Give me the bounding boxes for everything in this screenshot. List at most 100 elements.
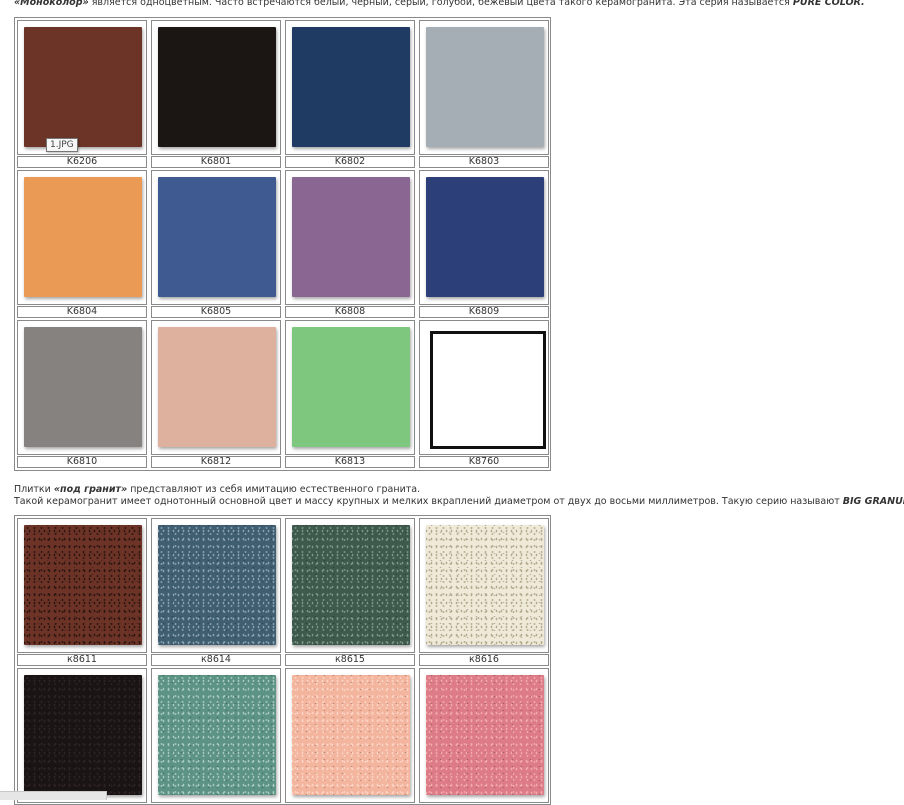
tile-cell xyxy=(419,668,549,804)
tile-swatch-image[interactable] xyxy=(24,525,142,645)
tile-row: к8611 к8614 к8615 к8616 xyxy=(15,516,550,666)
tile-code-label: K6804 xyxy=(17,306,147,318)
granite-speckle-texture xyxy=(292,525,410,645)
tile-frame xyxy=(17,518,147,653)
tile-cell: K6813 xyxy=(285,320,415,468)
intro-text: является одноцветным. Часто встречаются … xyxy=(88,0,793,8)
tile-code-label: K6802 xyxy=(285,156,415,168)
tile-cell xyxy=(285,668,415,804)
tile-swatch-image[interactable] xyxy=(292,525,410,645)
tile-frame xyxy=(419,518,549,653)
tile-frame xyxy=(419,320,549,455)
tile-swatch-image[interactable] xyxy=(158,525,276,645)
big-granular-series-name: BIG GRANULAR. xyxy=(842,496,904,507)
granite-speckle-texture xyxy=(24,675,142,795)
tile-swatch-image[interactable] xyxy=(426,525,544,645)
tile-cell: K6804 xyxy=(17,170,147,318)
granite-line-2-text: Такой керамогранит имеет однотонный осно… xyxy=(14,496,843,507)
tile-swatch-image[interactable] xyxy=(158,675,276,795)
tile-cell: 1.JPG K6206 xyxy=(17,20,147,168)
tile-code-label: K6810 xyxy=(17,456,147,468)
tile-code-label: K6812 xyxy=(151,456,281,468)
tile-cell: к8611 xyxy=(17,518,147,666)
tile-cell: K6808 xyxy=(285,170,415,318)
tile-cell: к8615 xyxy=(285,518,415,666)
tile-frame xyxy=(151,170,281,305)
tile-code-label: K6813 xyxy=(285,456,415,468)
tile-swatch-image[interactable] xyxy=(426,27,544,147)
tile-frame xyxy=(285,320,415,455)
tile-cell: K6803 xyxy=(419,20,549,168)
big-granular-gallery: к8611 к8614 к8615 к8616 xyxy=(14,515,551,805)
tile-frame xyxy=(151,518,281,653)
tile-swatch-image[interactable] xyxy=(292,327,410,447)
tile-swatch-image[interactable] xyxy=(426,327,546,449)
tile-frame: 1.JPG xyxy=(17,20,147,155)
tile-frame xyxy=(285,20,415,155)
tile-cell: K6810 xyxy=(17,320,147,468)
tile-cell: к8616 xyxy=(419,518,549,666)
tile-cell: K6805 xyxy=(151,170,281,318)
tile-frame xyxy=(285,668,415,803)
tile-code-label: к8614 xyxy=(151,654,281,666)
tile-frame xyxy=(17,320,147,455)
tile-frame xyxy=(151,668,281,803)
tile-frame xyxy=(285,170,415,305)
tile-frame xyxy=(17,668,147,803)
tile-swatch-image[interactable] xyxy=(292,27,410,147)
pure-color-gallery: 1.JPG K6206 K6801 K6802 K6803 K6804 K6805 K6808… xyxy=(14,17,551,471)
granite-speckle-texture xyxy=(292,675,410,795)
intro-paragraph: «Моноколор» является одноцветным. Часто … xyxy=(14,0,902,8)
tile-frame xyxy=(151,320,281,455)
tile-code-label: K6809 xyxy=(419,306,549,318)
tile-cell: K6802 xyxy=(285,20,415,168)
tile-row: K6810 K6812 K6813 K8760 xyxy=(15,318,550,470)
tile-code-label: K6808 xyxy=(285,306,415,318)
tile-cell xyxy=(17,668,147,804)
tile-frame xyxy=(151,20,281,155)
tile-swatch-image[interactable] xyxy=(158,327,276,447)
tile-frame xyxy=(285,518,415,653)
tile-code-label: к8611 xyxy=(17,654,147,666)
tile-cell: K6809 xyxy=(419,170,549,318)
granite-line-1-post: представляют из себя имитацию естественн… xyxy=(127,484,421,495)
granite-line-1-pre: Плитки xyxy=(14,484,54,495)
tile-code-label: K8760 xyxy=(419,456,549,468)
white-tile-border xyxy=(430,331,546,449)
tile-frame xyxy=(419,668,549,803)
tile-row: K6804 K6805 K6808 K6809 xyxy=(15,168,550,318)
granite-speckle-texture xyxy=(426,525,544,645)
tile-swatch-image[interactable] xyxy=(158,177,276,297)
tile-frame xyxy=(419,20,549,155)
tile-cell: K6801 xyxy=(151,20,281,168)
tile-swatch-image[interactable] xyxy=(24,675,142,795)
tile-code-label: к8616 xyxy=(419,654,549,666)
tile-frame xyxy=(419,170,549,305)
tile-code-label: K6805 xyxy=(151,306,281,318)
tile-swatch-image[interactable] xyxy=(292,675,410,795)
tile-code-label: K6801 xyxy=(151,156,281,168)
tile-cell: K8760 xyxy=(419,320,549,468)
tile-cell xyxy=(151,668,281,804)
tile-code-label: K6206 xyxy=(17,156,147,168)
monocolor-term: «Моноколор» xyxy=(14,0,89,8)
tile-code-label: к8615 xyxy=(285,654,415,666)
tile-swatch-image[interactable] xyxy=(426,177,544,297)
tile-swatch-image[interactable] xyxy=(24,327,142,447)
tile-swatch-image[interactable] xyxy=(158,27,276,147)
tile-swatch-image[interactable] xyxy=(426,675,544,795)
granite-speckle-texture xyxy=(426,675,544,795)
pure-color-series-name: PURE COLOR. xyxy=(792,0,865,8)
tile-cell: к8614 xyxy=(151,518,281,666)
tile-row xyxy=(15,666,550,804)
granite-speckle-texture xyxy=(24,525,142,645)
image-filename-tooltip: 1.JPG xyxy=(46,138,78,152)
tile-swatch-image[interactable] xyxy=(24,27,142,147)
tile-cell: K6812 xyxy=(151,320,281,468)
tile-swatch-image[interactable] xyxy=(292,177,410,297)
tile-swatch-image[interactable] xyxy=(24,177,142,297)
granite-speckle-texture xyxy=(158,675,276,795)
granite-term: «под гранит» xyxy=(53,484,128,495)
tile-row: 1.JPG K6206 K6801 K6802 K6803 xyxy=(15,18,550,168)
granite-line-1: Плитки «под гранит» представляют из себя… xyxy=(14,484,902,496)
